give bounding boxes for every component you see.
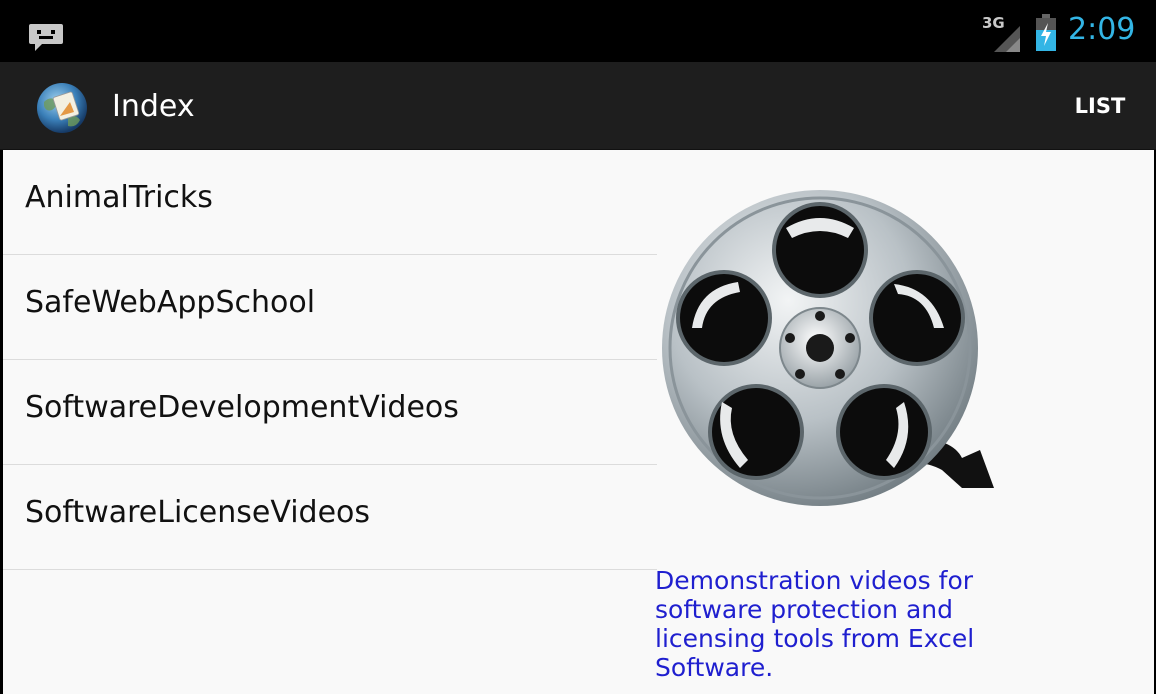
list-item-label: SoftwareLicenseVideos [25,495,371,530]
list-item-safe-web-app-school[interactable]: SafeWebAppSchool [3,255,657,360]
index-list: AnimalTricks SafeWebAppSchool SoftwareDe… [3,150,657,570]
page-title: Index [112,89,195,124]
app-globe-icon[interactable] [36,82,88,134]
list-button[interactable]: LIST [1060,86,1140,126]
screen: 3G 2:09 Index LIST AnimalTricks SafeWebA… [0,0,1156,694]
list-item-label: AnimalTricks [25,180,213,215]
list-item-software-development-videos[interactable]: SoftwareDevelopmentVideos [3,360,657,465]
list-item-label: SoftwareDevelopmentVideos [25,390,459,425]
list-item-animal-tricks[interactable]: AnimalTricks [3,150,657,255]
status-bar: 3G 2:09 [0,0,1156,62]
clock: 2:09 [1068,12,1136,47]
signal-indicator: 3G [982,14,1020,52]
action-bar: Index LIST [0,62,1156,150]
list-item-software-license-videos[interactable]: SoftwareLicenseVideos [3,465,657,570]
description-text: Demonstration videos for software protec… [655,566,975,682]
notification-chat-icon[interactable] [28,22,64,54]
list-item-label: SafeWebAppSchool [25,285,316,320]
battery-charging-icon [1036,14,1056,51]
film-reel-icon [662,190,994,506]
signal-icon [994,26,1020,52]
